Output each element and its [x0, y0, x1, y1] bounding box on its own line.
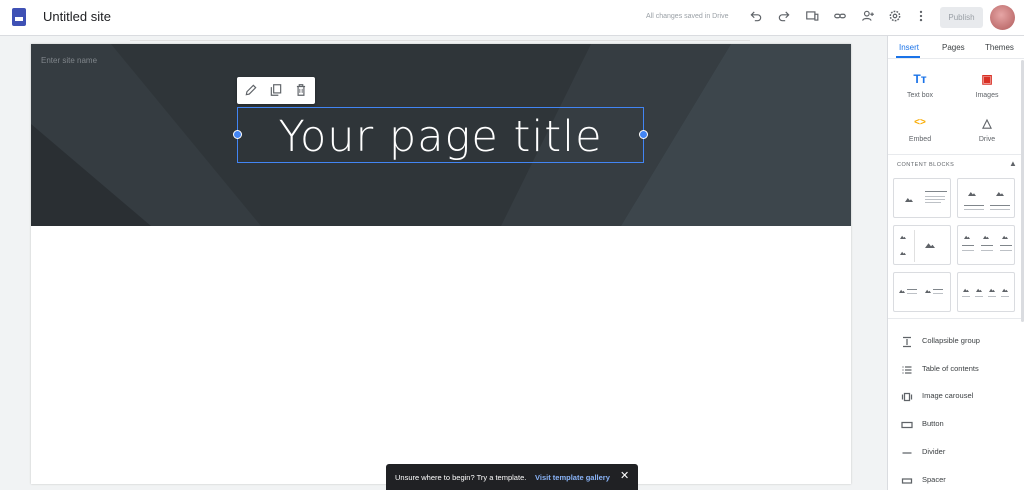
insert-table-of-contents[interactable]: Table of contents: [888, 359, 1024, 379]
page-title[interactable]: Your page title: [238, 112, 643, 162]
snackbar-message: Unsure where to begin? Try a template.: [395, 473, 527, 482]
image-placeholder-icon: [1002, 288, 1008, 292]
insert-collapsible-group[interactable]: Collapsible group: [888, 331, 1024, 351]
image-carousel-icon: [901, 390, 913, 402]
saved-status: All changes saved in Drive: [646, 13, 729, 20]
insert-sidebar: Insert Pages Themes Tт Text box ▣ Images…: [887, 36, 1024, 490]
link-icon[interactable]: [832, 9, 848, 25]
ruler: [130, 36, 750, 41]
resize-handle-right[interactable]: [639, 130, 648, 139]
insert-drive[interactable]: △ Drive: [962, 116, 1012, 143]
table-of-contents-icon: [901, 363, 913, 375]
image-placeholder-icon: [925, 243, 935, 248]
text-box-icon: Tт: [913, 72, 927, 86]
insert-item-label: Embed: [908, 136, 932, 143]
site-name-field[interactable]: Enter site name: [41, 56, 97, 65]
content-block-6[interactable]: [957, 272, 1015, 312]
share-icon[interactable]: [860, 9, 876, 25]
template-snackbar: Unsure where to begin? Try a template. V…: [386, 464, 638, 490]
insert-embed[interactable]: <> Embed: [895, 116, 945, 143]
image-placeholder-icon: [976, 288, 982, 292]
preview-icon[interactable]: [804, 9, 820, 25]
site-title[interactable]: Untitled site: [43, 9, 111, 24]
image-placeholder-icon: [989, 288, 995, 292]
insert-item-label: Drive: [978, 136, 996, 143]
insert-item-label: Text box: [906, 92, 934, 99]
content-block-2[interactable]: [957, 178, 1015, 218]
embed-icon: <>: [914, 117, 926, 128]
sites-logo-icon[interactable]: [12, 8, 26, 26]
insert-spacer[interactable]: Spacer: [888, 470, 1024, 490]
duplicate-icon[interactable]: [269, 83, 283, 97]
tab-pages[interactable]: Pages: [942, 43, 965, 52]
close-icon[interactable]: ✕: [620, 471, 630, 482]
settings-icon[interactable]: [887, 9, 903, 25]
publish-button[interactable]: Publish: [940, 7, 983, 28]
tab-insert[interactable]: Insert: [899, 43, 919, 52]
content-blocks-heading: CONTENT BLOCKS: [897, 162, 955, 168]
image-icon: ▣: [981, 72, 993, 86]
image-placeholder-icon: [968, 192, 976, 196]
image-placeholder-icon: [983, 235, 989, 239]
trash-icon[interactable]: [294, 83, 308, 97]
insert-image-carousel[interactable]: Image carousel: [888, 386, 1024, 406]
collapsible-group-icon: [901, 335, 913, 348]
resize-handle-left[interactable]: [233, 130, 242, 139]
insert-item-label: Images: [975, 92, 999, 99]
title-edit-toolbar: [237, 77, 315, 104]
header-banner[interactable]: Enter site name Your page title: [31, 44, 851, 226]
insert-images[interactable]: ▣ Images: [962, 72, 1012, 99]
visit-template-gallery-link[interactable]: Visit template gallery: [535, 473, 610, 482]
avatar[interactable]: [990, 5, 1015, 30]
top-bar: Untitled site All changes saved in Drive…: [0, 0, 1024, 36]
button-icon: [901, 418, 913, 430]
spacer-icon: [901, 474, 913, 486]
redo-icon[interactable]: [776, 9, 792, 25]
drive-icon: △: [982, 116, 992, 130]
content-block-5[interactable]: [893, 272, 951, 312]
image-placeholder-icon: [963, 288, 969, 292]
insert-button[interactable]: Button: [888, 414, 1024, 434]
image-placeholder-icon: [996, 192, 1004, 196]
image-placeholder-icon: [900, 251, 906, 255]
image-placeholder-icon: [900, 235, 906, 239]
tab-themes[interactable]: Themes: [985, 43, 1014, 52]
image-placeholder-icon: [925, 289, 931, 293]
image-placeholder-icon: [964, 235, 970, 239]
undo-icon[interactable]: [748, 9, 764, 25]
insert-text-box[interactable]: Tт Text box: [895, 72, 945, 99]
divider-icon: [901, 446, 913, 458]
content-block-4[interactable]: [957, 225, 1015, 265]
more-icon[interactable]: [913, 9, 929, 25]
insert-divider[interactable]: Divider: [888, 442, 1024, 462]
content-block-1[interactable]: [893, 178, 951, 218]
image-placeholder-icon: [899, 289, 905, 293]
image-placeholder-icon: [905, 198, 913, 202]
content-block-3[interactable]: [893, 225, 951, 265]
image-placeholder-icon: [1002, 235, 1008, 239]
page-title-box[interactable]: Your page title: [233, 107, 648, 163]
pencil-icon[interactable]: [244, 83, 258, 97]
chevron-up-icon[interactable]: ▲: [1009, 159, 1017, 168]
page-canvas[interactable]: Enter site name Your page title: [31, 44, 851, 484]
